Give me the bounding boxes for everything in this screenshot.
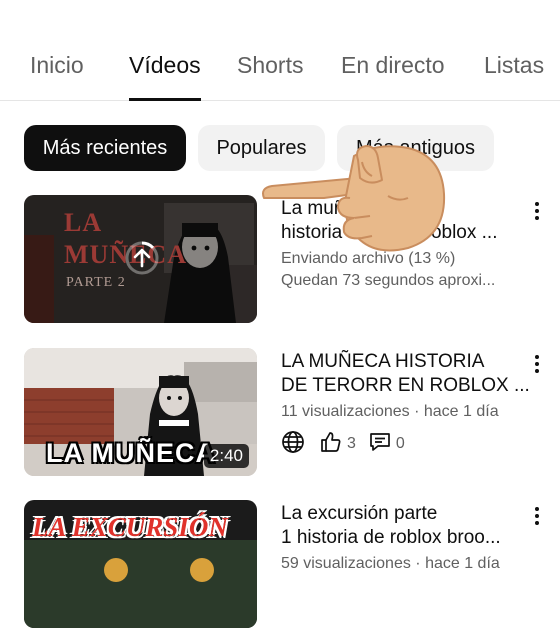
channel-tabs: Inicio Vídeos Shorts En directo Listas — [0, 38, 560, 101]
video-thumbnail[interactable]: LA MUÑECA 2:40 — [24, 348, 257, 476]
video-thumbnail[interactable]: LA EXCURSIÓN — [24, 500, 257, 628]
chip-mas-antiguos[interactable]: Más antiguos — [337, 125, 494, 171]
video-title[interactable]: LA MUÑECA HISTORIA DE TERORR EN ROBLOX .… — [281, 350, 531, 398]
video-meta: 11 visualizaciones · hace 1 día — [281, 403, 499, 420]
video-stats: 3 0 — [281, 430, 405, 458]
active-tab-indicator — [129, 98, 201, 101]
video-title[interactable]: La muñeca historia historia de terror ro… — [281, 197, 531, 245]
comment-count: 0 — [395, 435, 405, 452]
upload-icon — [132, 247, 152, 269]
chip-populares[interactable]: Populares — [198, 125, 325, 171]
video-duration: 2:40 — [203, 444, 249, 468]
more-vert-icon[interactable] — [528, 352, 546, 382]
thumbnail-subtitle-text: PARTE 2 — [66, 275, 126, 290]
like-count: 3 — [347, 435, 356, 452]
thumbnail-title-text: LA EXCURSIÓN — [32, 512, 228, 542]
tab-listas[interactable]: Listas — [484, 52, 544, 79]
more-vert-icon[interactable] — [528, 504, 546, 534]
globe-icon — [281, 430, 305, 459]
upload-status: Enviando archivo (13 %) — [281, 250, 456, 267]
tab-en-directo[interactable]: En directo — [341, 52, 445, 79]
video-title[interactable]: La excursión parte 1 historia de roblox … — [281, 502, 531, 550]
tab-videos[interactable]: Vídeos — [129, 52, 201, 79]
thumbnail-title-text: LA MUÑECA — [46, 438, 216, 468]
upload-remaining-time: Quedan 73 segundos aproxi... — [281, 272, 496, 289]
video-meta: 59 visualizaciones · hace 1 día — [281, 555, 500, 572]
tab-shorts[interactable]: Shorts — [237, 52, 303, 79]
upload-progress-ring — [124, 240, 160, 276]
comment-icon[interactable] — [368, 430, 392, 459]
chip-mas-recientes[interactable]: Más recientes — [24, 125, 186, 171]
more-vert-icon[interactable] — [528, 199, 546, 229]
video-row-uploading[interactable]: LA MUÑECA PARTE 2 La muñeca historia his… — [0, 195, 560, 325]
tab-inicio[interactable]: Inicio — [30, 52, 84, 79]
thumbs-up-icon[interactable] — [319, 430, 343, 459]
video-thumbnail[interactable]: LA MUÑECA PARTE 2 — [24, 195, 257, 323]
video-row[interactable]: LA EXCURSIÓN La excursión parte 1 histor… — [0, 500, 560, 630]
video-row[interactable]: LA MUÑECA 2:40 LA MUÑECA HISTORIA DE TER… — [0, 348, 560, 478]
